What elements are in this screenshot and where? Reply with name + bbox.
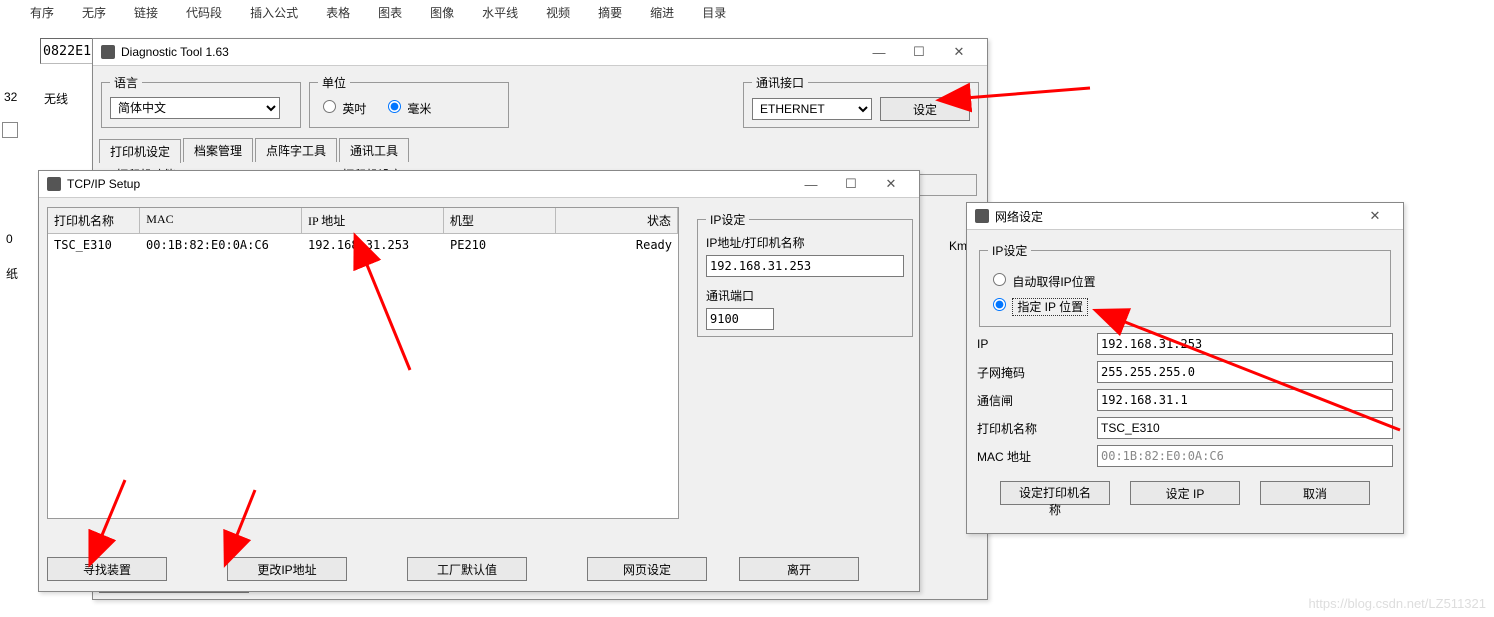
diagnostic-title: Diagnostic Tool 1.63 xyxy=(121,45,229,59)
connection-group: 通讯接口 ETHERNET 设定 xyxy=(743,74,979,128)
mac-input xyxy=(1097,445,1393,467)
ip-input[interactable] xyxy=(1097,333,1393,355)
minimize-button[interactable]: — xyxy=(859,45,899,60)
fragment-paper: 纸 xyxy=(6,265,18,282)
table-row[interactable]: TSC_E310 00:1B:82:E0:0A:C6 192.168.31.25… xyxy=(48,234,678,256)
fragment-0: 0 xyxy=(6,232,13,246)
printer-icon xyxy=(47,177,61,191)
language-group: 语言 简体中文 xyxy=(101,74,301,128)
printer-icon xyxy=(975,209,989,223)
connection-label: 通讯接口 xyxy=(752,74,808,91)
tab-file-manage[interactable]: 档案管理 xyxy=(183,138,253,162)
maximize-button[interactable]: ☐ xyxy=(899,44,939,60)
unit-inch-radio[interactable]: 英吋 xyxy=(318,102,366,116)
editor-top-menu: 有序无序链接代码段插入公式表格图表图像水平线视频摘要缩进目录 xyxy=(30,4,726,21)
close-button[interactable]: ✕ xyxy=(871,176,911,192)
network-titlebar[interactable]: 网络设定 ✕ xyxy=(967,203,1403,230)
factory-default-button[interactable]: 工厂默认值 xyxy=(407,557,527,581)
ipname-label: IP地址/打印机名称 xyxy=(706,234,904,251)
km-label: Km xyxy=(949,239,967,253)
printer-name-input[interactable] xyxy=(1097,417,1393,439)
find-device-button[interactable]: 寻找装置 xyxy=(47,557,167,581)
watermark: https://blog.csdn.net/LZ511321 xyxy=(1308,596,1486,611)
tab-comm-tool[interactable]: 通讯工具 xyxy=(339,138,409,162)
tab-printer-settings[interactable]: 打印机设定 xyxy=(99,139,181,163)
leave-button[interactable]: 离开 xyxy=(739,557,859,581)
cancel-button[interactable]: 取消 xyxy=(1260,481,1370,505)
gateway-input[interactable] xyxy=(1097,389,1393,411)
tcpip-title: TCP/IP Setup xyxy=(67,177,140,191)
unit-mm-radio[interactable]: 毫米 xyxy=(383,102,431,116)
diagnostic-tabs: 打印机设定 档案管理 点阵字工具 通讯工具 xyxy=(99,138,981,162)
ipname-input[interactable] xyxy=(706,255,904,277)
network-dialog: 网络设定 ✕ IP设定 自动取得IP位置 指定 IP 位置 IP 子网掩码 通信… xyxy=(966,202,1404,534)
printer-name-label: 打印机名称 xyxy=(977,420,1097,437)
printer-list[interactable]: 打印机名称 MAC IP 地址 机型 状态 TSC_E310 00:1B:82:… xyxy=(47,207,679,519)
language-select[interactable]: 简体中文 xyxy=(110,97,280,119)
set-name-button[interactable]: 设定打印机名称 xyxy=(1000,481,1110,505)
auto-ip-radio[interactable]: 自动取得IP位置 xyxy=(988,270,1382,290)
unit-label: 单位 xyxy=(318,74,350,91)
close-button[interactable]: ✕ xyxy=(1355,208,1395,224)
connection-select[interactable]: ETHERNET xyxy=(752,98,872,120)
fragment-input[interactable] xyxy=(40,38,98,64)
network-title: 网络设定 xyxy=(995,208,1043,225)
language-label: 语言 xyxy=(110,74,142,91)
ip-mode-label: IP设定 xyxy=(988,242,1031,259)
static-ip-radio[interactable]: 指定 IP 位置 xyxy=(988,295,1382,315)
gateway-label: 通信闸 xyxy=(977,392,1097,409)
maximize-button[interactable]: ☐ xyxy=(831,176,871,192)
fragment-wireless: 无线 xyxy=(44,90,68,107)
change-ip-button[interactable]: 更改IP地址 xyxy=(227,557,347,581)
printer-icon xyxy=(101,45,115,59)
printer-list-header: 打印机名称 MAC IP 地址 机型 状态 xyxy=(48,208,678,234)
connection-set-button[interactable]: 设定 xyxy=(880,97,970,121)
minimize-button[interactable]: — xyxy=(791,177,831,192)
ip-mode-group: IP设定 自动取得IP位置 指定 IP 位置 xyxy=(979,242,1391,327)
tab-bitmap-font[interactable]: 点阵字工具 xyxy=(255,138,337,162)
mac-label: MAC 地址 xyxy=(977,448,1097,465)
fragment-box xyxy=(2,122,18,138)
mask-input[interactable] xyxy=(1097,361,1393,383)
port-label: 通讯端口 xyxy=(706,287,904,304)
diagnostic-titlebar[interactable]: Diagnostic Tool 1.63 — ☐ ✕ xyxy=(93,39,987,66)
port-input[interactable] xyxy=(706,308,774,330)
mask-label: 子网掩码 xyxy=(977,364,1097,381)
tcpip-window: TCP/IP Setup — ☐ ✕ 打印机名称 MAC IP 地址 机型 状态… xyxy=(38,170,920,592)
ip-setting-group: IP设定 IP地址/打印机名称 通讯端口 xyxy=(697,211,913,337)
fragment-32: 32 xyxy=(4,90,17,104)
web-setting-button[interactable]: 网页设定 xyxy=(587,557,707,581)
set-ip-button[interactable]: 设定 IP xyxy=(1130,481,1240,505)
close-button[interactable]: ✕ xyxy=(939,44,979,60)
tcpip-titlebar[interactable]: TCP/IP Setup — ☐ ✕ xyxy=(39,171,919,198)
unit-group: 单位 英吋 毫米 xyxy=(309,74,509,128)
ip-setting-label: IP设定 xyxy=(706,211,749,228)
ip-label: IP xyxy=(977,337,1097,351)
